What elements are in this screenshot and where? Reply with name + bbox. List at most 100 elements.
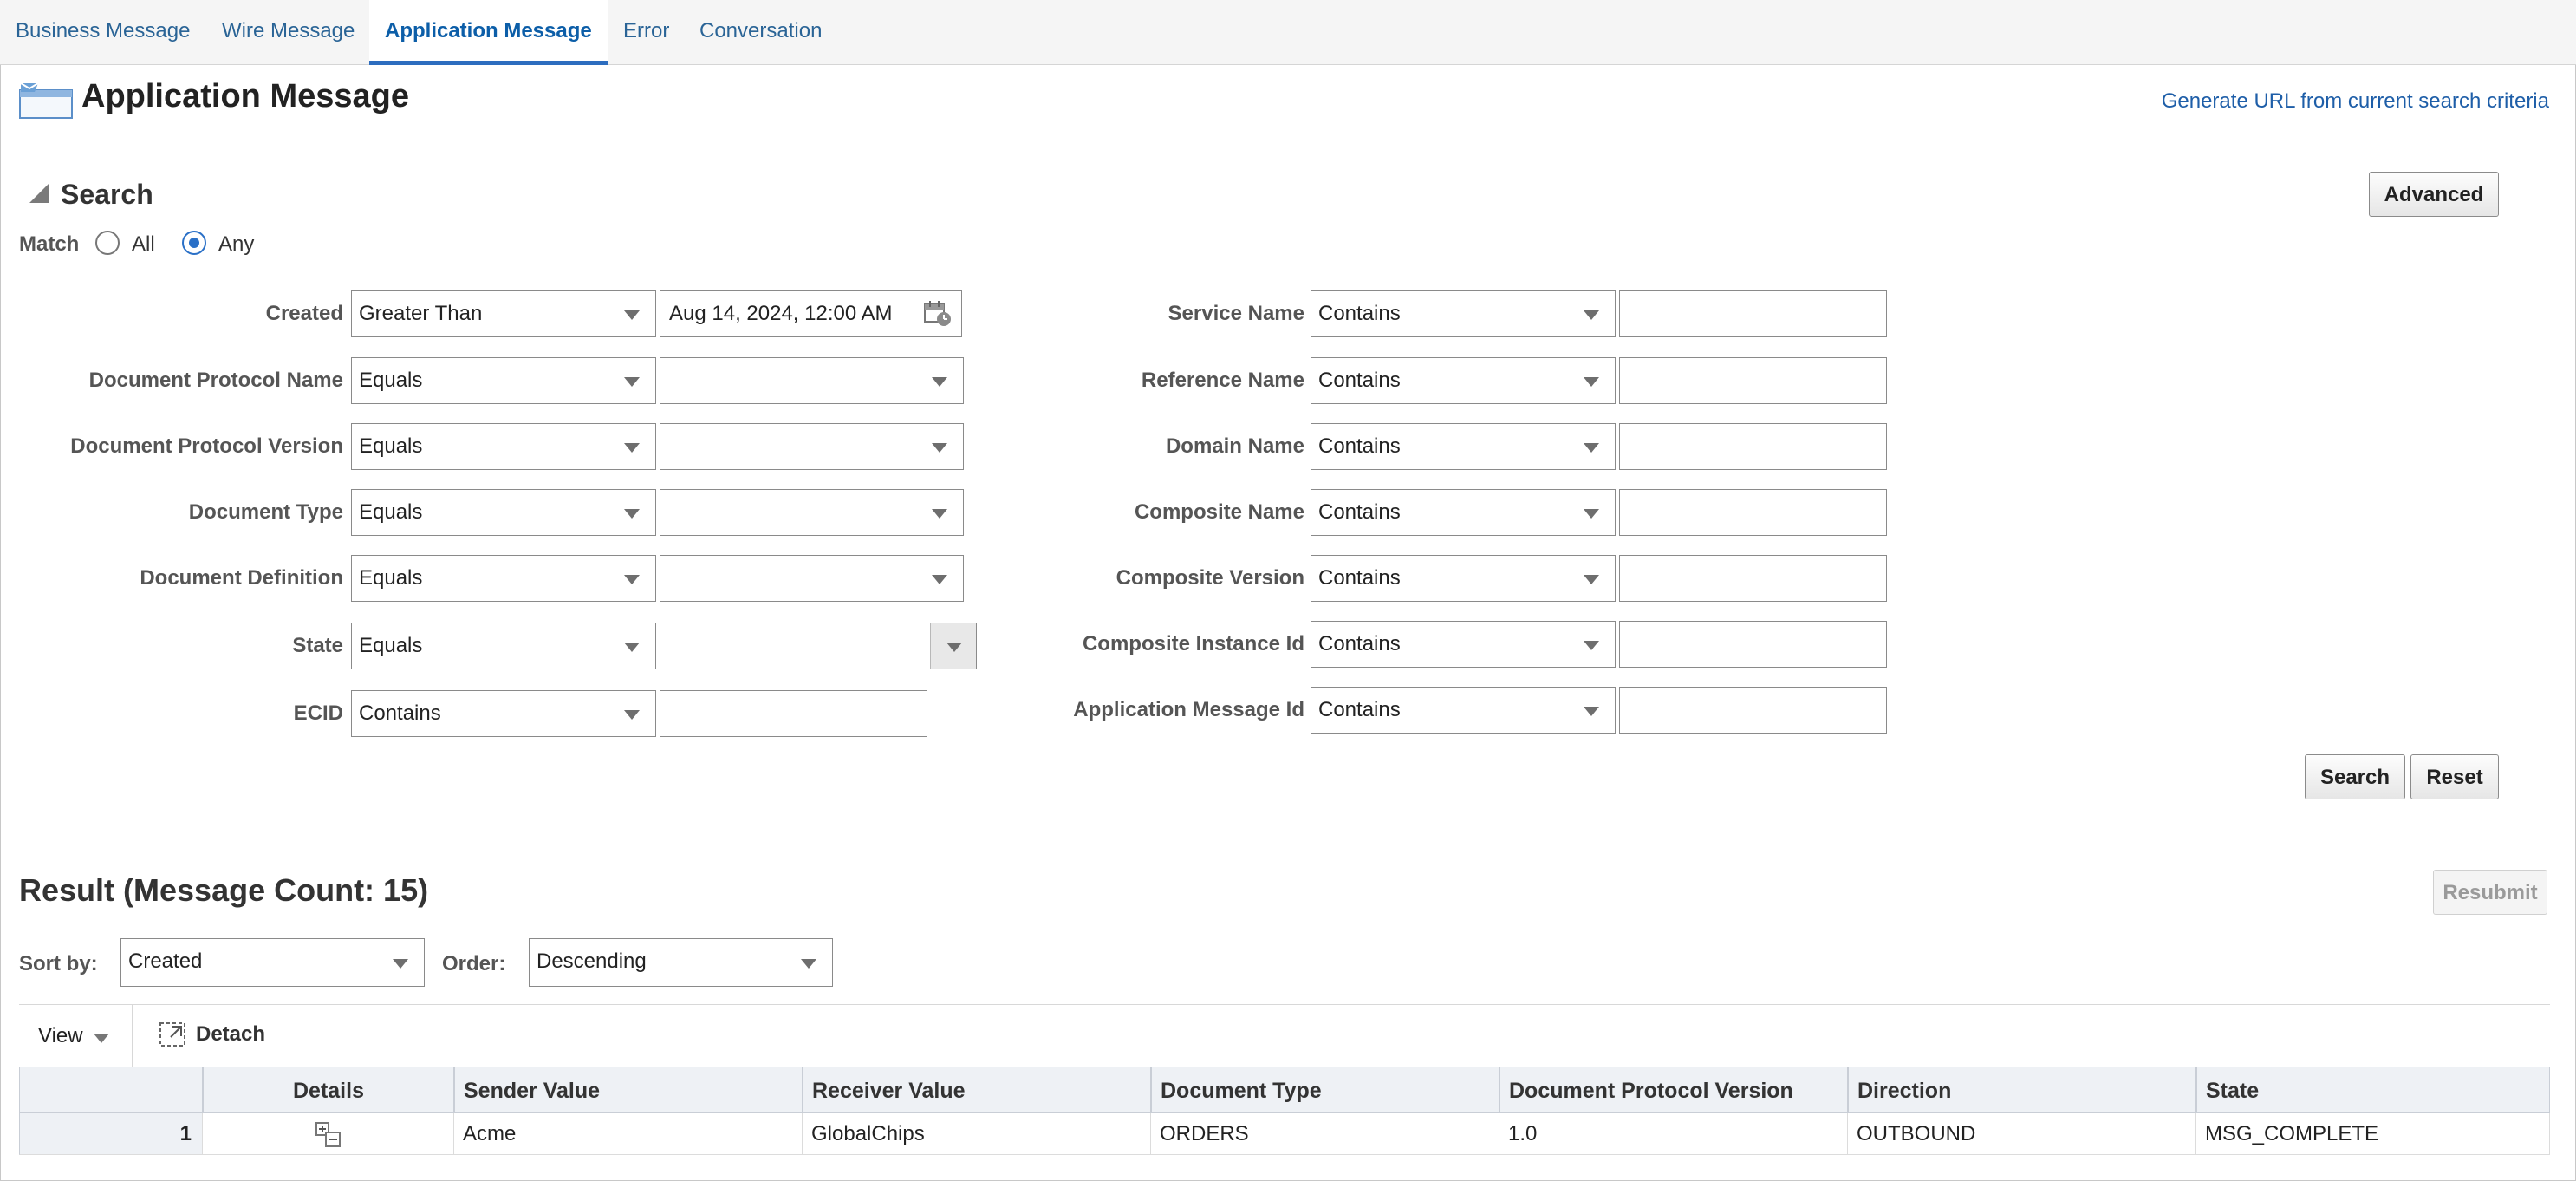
application-message-id-operator-select[interactable]: Contains bbox=[1311, 687, 1616, 734]
collapse-triangle-icon[interactable] bbox=[29, 184, 49, 203]
resubmit-button[interactable]: Resubmit bbox=[2433, 870, 2547, 915]
composite-version-input[interactable] bbox=[1619, 555, 1887, 602]
column-header-row-number bbox=[19, 1067, 203, 1113]
document-protocol-version-value-select[interactable] bbox=[660, 423, 964, 470]
tab-bar: Business Message Wire Message Applicatio… bbox=[0, 0, 2576, 65]
cell-text: Acme bbox=[463, 1122, 517, 1145]
calendar-icon[interactable] bbox=[923, 300, 953, 332]
document-definition-label: Document Definition bbox=[140, 566, 343, 590]
created-label: Created bbox=[265, 302, 343, 325]
reference-name-operator-select[interactable]: Contains bbox=[1311, 357, 1616, 404]
sort-by-value: Created bbox=[128, 949, 203, 973]
document-protocol-version-operator-select[interactable]: Equals bbox=[351, 423, 656, 470]
match-all-label: All bbox=[132, 232, 155, 256]
match-all-radio[interactable] bbox=[95, 231, 120, 255]
search-button[interactable]: Search bbox=[2305, 754, 2405, 799]
column-header-receiver-value[interactable]: Receiver Value bbox=[803, 1067, 1151, 1113]
domain-name-input[interactable] bbox=[1619, 423, 1887, 470]
composite-name-operator-select[interactable]: Contains bbox=[1311, 489, 1616, 536]
advanced-button[interactable]: Advanced bbox=[2369, 172, 2499, 217]
chevron-down-icon bbox=[624, 377, 640, 387]
document-protocol-name-operator-select[interactable]: Equals bbox=[351, 357, 656, 404]
details-icon[interactable] bbox=[315, 1122, 342, 1154]
search-button-label: Search bbox=[2319, 766, 2391, 789]
column-header-document-protocol-version[interactable]: Document Protocol Version bbox=[1499, 1067, 1848, 1113]
column-header-direction[interactable]: Direction bbox=[1848, 1067, 2196, 1113]
document-definition-value-select[interactable] bbox=[660, 555, 964, 602]
message-window-icon bbox=[19, 80, 75, 124]
document-protocol-version-cell: 1.0 bbox=[1499, 1113, 1848, 1155]
chevron-down-icon bbox=[1584, 707, 1599, 716]
composite-instance-id-label: Composite Instance Id bbox=[1082, 632, 1304, 656]
ecid-input[interactable] bbox=[660, 690, 927, 737]
column-header-state[interactable]: State bbox=[2196, 1067, 2550, 1113]
header-text: Direction bbox=[1857, 1079, 1952, 1103]
chevron-down-icon[interactable] bbox=[94, 1034, 109, 1043]
sort-by-label: Sort by: bbox=[19, 952, 98, 975]
document-protocol-name-value-select[interactable] bbox=[660, 357, 964, 404]
detach-icon[interactable] bbox=[159, 1022, 187, 1053]
composite-instance-id-operator-select[interactable]: Contains bbox=[1311, 621, 1616, 668]
state-cell: MSG_COMPLETE bbox=[2196, 1113, 2550, 1155]
chevron-down-icon bbox=[801, 959, 816, 969]
header-text: Details bbox=[293, 1079, 364, 1103]
operator-value: Equals bbox=[359, 434, 423, 458]
result-title: Result (Message Count: 15) bbox=[19, 872, 429, 908]
reference-name-input[interactable] bbox=[1619, 357, 1887, 404]
advanced-button-label: Advanced bbox=[2384, 183, 2484, 206]
tab-error[interactable]: Error bbox=[608, 0, 685, 61]
composite-name-label: Composite Name bbox=[1134, 500, 1304, 524]
document-type-value-select[interactable] bbox=[660, 489, 964, 536]
document-type-operator-select[interactable]: Equals bbox=[351, 489, 656, 536]
page-title: Application Message bbox=[81, 78, 409, 114]
operator-value: Contains bbox=[1318, 500, 1401, 524]
detach-label[interactable]: Detach bbox=[196, 1022, 265, 1047]
column-header-details[interactable]: Details bbox=[203, 1067, 454, 1113]
tab-application-message[interactable]: Application Message bbox=[369, 0, 608, 65]
document-definition-operator-select[interactable]: Equals bbox=[351, 555, 656, 602]
tab-conversation[interactable]: Conversation bbox=[684, 0, 837, 61]
cell-text: ORDERS bbox=[1160, 1122, 1249, 1145]
dropdown-button[interactable] bbox=[930, 623, 976, 669]
state-operator-select[interactable]: Equals bbox=[351, 623, 656, 669]
service-name-operator-select[interactable]: Contains bbox=[1311, 290, 1616, 337]
operator-value: Contains bbox=[1318, 698, 1401, 721]
created-operator-select[interactable]: Greater Than bbox=[351, 290, 656, 337]
receiver-value-cell: GlobalChips bbox=[803, 1113, 1151, 1155]
resubmit-button-label: Resubmit bbox=[2443, 881, 2538, 904]
order-select[interactable]: Descending bbox=[529, 938, 833, 987]
generate-url-link[interactable]: Generate URL from current search criteri… bbox=[2162, 89, 2549, 114]
operator-value: Contains bbox=[1318, 632, 1401, 656]
tab-business-message[interactable]: Business Message bbox=[0, 0, 205, 61]
domain-name-operator-select[interactable]: Contains bbox=[1311, 423, 1616, 470]
header-text: Sender Value bbox=[464, 1079, 601, 1103]
operator-value: Contains bbox=[1318, 566, 1401, 590]
chevron-down-icon bbox=[1584, 310, 1599, 320]
created-date-input[interactable]: Aug 14, 2024, 12:00 AM bbox=[660, 290, 962, 337]
table-toolbar: View Detach bbox=[19, 1004, 2550, 1069]
column-header-document-type[interactable]: Document Type bbox=[1151, 1067, 1499, 1113]
view-menu[interactable]: View bbox=[38, 1024, 83, 1048]
ecid-operator-select[interactable]: Contains bbox=[351, 690, 656, 737]
reference-name-label: Reference Name bbox=[1141, 369, 1304, 392]
chevron-down-icon bbox=[393, 959, 408, 969]
application-message-id-input[interactable] bbox=[1619, 687, 1887, 734]
match-any-radio[interactable] bbox=[182, 231, 206, 255]
sort-by-select[interactable]: Created bbox=[120, 938, 425, 987]
column-header-sender-value[interactable]: Sender Value bbox=[454, 1067, 803, 1113]
chevron-down-icon bbox=[1584, 443, 1599, 453]
composite-instance-id-input[interactable] bbox=[1619, 621, 1887, 668]
chevron-down-icon bbox=[932, 509, 947, 519]
composite-version-operator-select[interactable]: Contains bbox=[1311, 555, 1616, 602]
application-message-id-label: Application Message Id bbox=[1073, 698, 1304, 721]
state-value-select[interactable] bbox=[660, 623, 977, 669]
document-type-label: Document Type bbox=[188, 500, 343, 524]
ecid-label: ECID bbox=[293, 701, 343, 725]
tab-wire-message[interactable]: Wire Message bbox=[206, 0, 370, 61]
order-value: Descending bbox=[537, 949, 647, 973]
composite-name-input[interactable] bbox=[1619, 489, 1887, 536]
reset-button[interactable]: Reset bbox=[2410, 754, 2499, 799]
chevron-down-icon bbox=[1584, 509, 1599, 519]
sender-value-cell: Acme bbox=[454, 1113, 803, 1155]
service-name-input[interactable] bbox=[1619, 290, 1887, 337]
